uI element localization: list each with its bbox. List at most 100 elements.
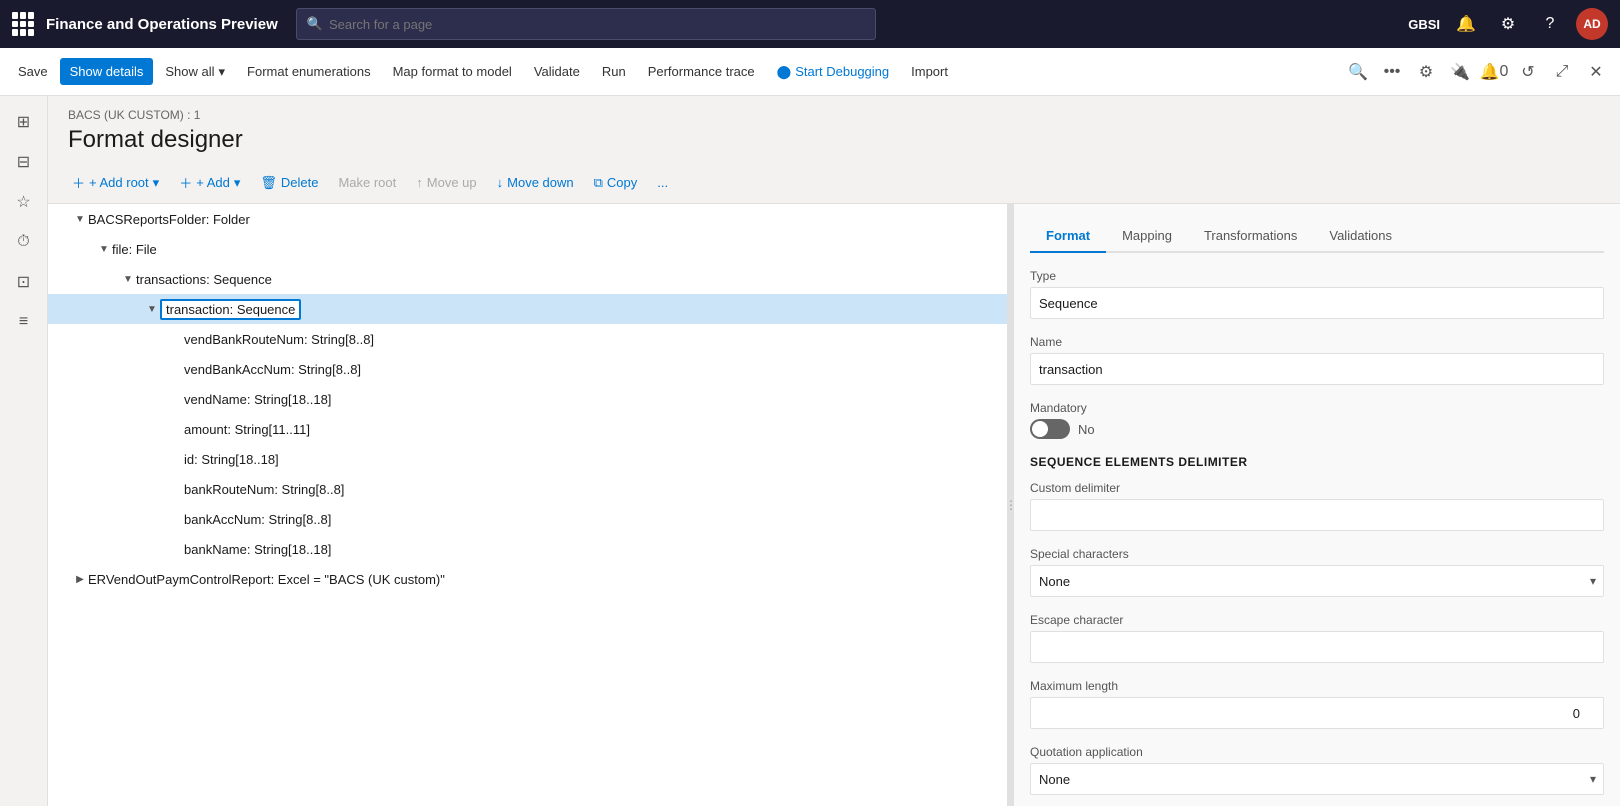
tree-item[interactable]: file: File [48, 234, 1007, 264]
search-input[interactable] [329, 17, 865, 32]
show-details-button[interactable]: Show details [60, 58, 154, 85]
move-down-button[interactable]: ↓ Move down [489, 170, 582, 195]
show-all-button[interactable]: Show all ▾ [155, 58, 235, 86]
nav-favorites-icon[interactable]: ☆ [6, 184, 42, 220]
nav-workspaces-icon[interactable]: ⊡ [6, 264, 42, 300]
type-label: Type [1030, 269, 1604, 283]
tree-item-label: amount: String[11..11] [184, 422, 310, 437]
delete-button[interactable]: 🗑 Delete [252, 170, 326, 196]
search-bar[interactable]: 🔍 [296, 8, 876, 40]
mandatory-toggle[interactable] [1030, 419, 1070, 439]
type-group: Type [1030, 269, 1604, 319]
escape-character-input[interactable] [1030, 631, 1604, 663]
command-bar: Save Show details Show all ▾ Format enum… [0, 48, 1620, 96]
tree-item-label: ERVendOutPaymControlReport: Excel = "BAC… [88, 572, 445, 587]
mandatory-toggle-label: No [1078, 422, 1095, 437]
format-toolbar: ＋ + Add root ▾ ＋ + Add ▾ 🗑 Delete Make r… [48, 162, 1620, 204]
custom-delimiter-input[interactable] [1030, 499, 1604, 531]
copy-button[interactable]: ⧉ Copy [586, 170, 646, 196]
avatar[interactable]: AD [1576, 8, 1608, 40]
mandatory-toggle-row: No [1030, 419, 1604, 439]
type-input[interactable] [1030, 287, 1604, 319]
tree-toggle-expanded[interactable] [120, 271, 136, 287]
tree-toggle-expanded[interactable] [72, 211, 88, 227]
special-characters-select[interactable]: None CRLF CR LF [1030, 565, 1604, 597]
name-input[interactable] [1030, 353, 1604, 385]
search-icon: 🔍 [307, 16, 323, 32]
top-navigation: Finance and Operations Preview 🔍 GBSI 🔔 … [0, 0, 1620, 48]
nav-filter-icon[interactable]: ⊟ [6, 144, 42, 180]
tree-item-label: id: String[18..18] [184, 452, 279, 467]
more-cmd-icon[interactable]: ••• [1376, 56, 1408, 88]
page-header: BACS (UK CUSTOM) : 1 Format designer [48, 96, 1620, 162]
validate-button[interactable]: Validate [524, 58, 590, 85]
map-format-button[interactable]: Map format to model [383, 58, 522, 85]
format-enumerations-button[interactable]: Format enumerations [237, 58, 381, 85]
tree-item[interactable]: bankAccNum: String[8..8] [48, 504, 1007, 534]
run-button[interactable]: Run [592, 58, 636, 85]
escape-character-group: Escape character [1030, 613, 1604, 663]
split-pane: BACSReportsFolder: Folder file: File tra… [48, 204, 1620, 806]
tree-item-label: bankName: String[18..18] [184, 542, 331, 557]
settings-cmd-icon[interactable]: ⚙ [1410, 56, 1442, 88]
make-root-button[interactable]: Make root [330, 170, 404, 195]
special-characters-group: Special characters None CRLF CR LF ▾ [1030, 547, 1604, 597]
more-button[interactable]: ... [649, 170, 676, 195]
quotation-application-select[interactable]: None All String Delimiter [1030, 763, 1604, 795]
add-root-chevron: ▾ [153, 175, 160, 191]
notification-cmd-icon[interactable]: 🔔 0 [1478, 56, 1510, 88]
tree-item[interactable]: amount: String[11..11] [48, 414, 1007, 444]
refresh-icon[interactable]: ↺ [1512, 56, 1544, 88]
tree-item-label: vendBankAccNum: String[8..8] [184, 362, 361, 377]
performance-trace-button[interactable]: Performance trace [638, 58, 765, 85]
tree-item[interactable]: id: String[18..18] [48, 444, 1007, 474]
settings-icon[interactable]: ⚙ [1492, 8, 1524, 40]
help-icon[interactable]: ? [1534, 8, 1566, 40]
tab-format[interactable]: Format [1030, 220, 1106, 253]
tree-item-label: transactions: Sequence [136, 272, 272, 287]
extension-icon[interactable]: 🔌 [1444, 56, 1476, 88]
custom-delimiter-label: Custom delimiter [1030, 481, 1604, 495]
tree-item-selected[interactable]: transaction: Sequence [48, 294, 1007, 324]
quotation-application-select-wrapper: None All String Delimiter ▾ [1030, 763, 1604, 795]
tree-toggle-expanded[interactable] [96, 241, 112, 257]
save-button[interactable]: Save [8, 58, 58, 85]
properties-pane: Format Mapping Transformations Validatio… [1014, 204, 1620, 806]
tree-item-label: bankAccNum: String[8..8] [184, 512, 331, 527]
close-icon[interactable]: ✕ [1580, 56, 1612, 88]
tree-item[interactable]: vendBankAccNum: String[8..8] [48, 354, 1007, 384]
tree-toggle-collapsed[interactable] [72, 571, 88, 587]
nav-home-icon[interactable]: ⊞ [6, 104, 42, 140]
nav-recent-icon[interactable]: ⏱ [6, 224, 42, 260]
tab-mapping[interactable]: Mapping [1106, 220, 1188, 253]
add-root-icon: ＋ [72, 173, 85, 192]
import-button[interactable]: Import [901, 58, 958, 85]
tree-item[interactable]: BACSReportsFolder: Folder [48, 204, 1007, 234]
start-debugging-button[interactable]: ⬤ Start Debugging [767, 58, 900, 86]
tree-item[interactable]: vendName: String[18..18] [48, 384, 1007, 414]
nav-list-icon[interactable]: ≡ [6, 304, 42, 340]
tree-pane: BACSReportsFolder: Folder file: File tra… [48, 204, 1008, 806]
tab-transformations[interactable]: Transformations [1188, 220, 1313, 253]
popout-icon[interactable]: ⤢ [1546, 56, 1578, 88]
tree-item[interactable]: transactions: Sequence [48, 264, 1007, 294]
tree-item[interactable]: vendBankRouteNum: String[8..8] [48, 324, 1007, 354]
app-grid-icon[interactable] [12, 12, 36, 36]
add-icon: ＋ [179, 173, 192, 192]
search-cmd-icon[interactable]: 🔍 [1342, 56, 1374, 88]
tree-item-label: vendName: String[18..18] [184, 392, 331, 407]
tree-toggle-expanded[interactable] [144, 301, 160, 317]
notifications-icon[interactable]: 🔔 [1450, 8, 1482, 40]
add-button[interactable]: ＋ + Add ▾ [171, 168, 248, 197]
add-root-button[interactable]: ＋ + Add root ▾ [64, 168, 167, 197]
tree-item[interactable]: bankRouteNum: String[8..8] [48, 474, 1007, 504]
move-up-button[interactable]: ↑ Move up [408, 170, 484, 195]
maximum-length-group: Maximum length [1030, 679, 1604, 729]
tree-item[interactable]: ERVendOutPaymControlReport: Excel = "BAC… [48, 564, 1007, 594]
region-label: GBSI [1408, 17, 1440, 32]
tab-validations[interactable]: Validations [1313, 220, 1408, 253]
main-area: ⊞ ⊟ ☆ ⏱ ⊡ ≡ BACS (UK CUSTOM) : 1 Format … [0, 96, 1620, 806]
tree-item[interactable]: bankName: String[18..18] [48, 534, 1007, 564]
debug-icon: ⬤ [777, 64, 792, 80]
maximum-length-input[interactable] [1030, 697, 1604, 729]
